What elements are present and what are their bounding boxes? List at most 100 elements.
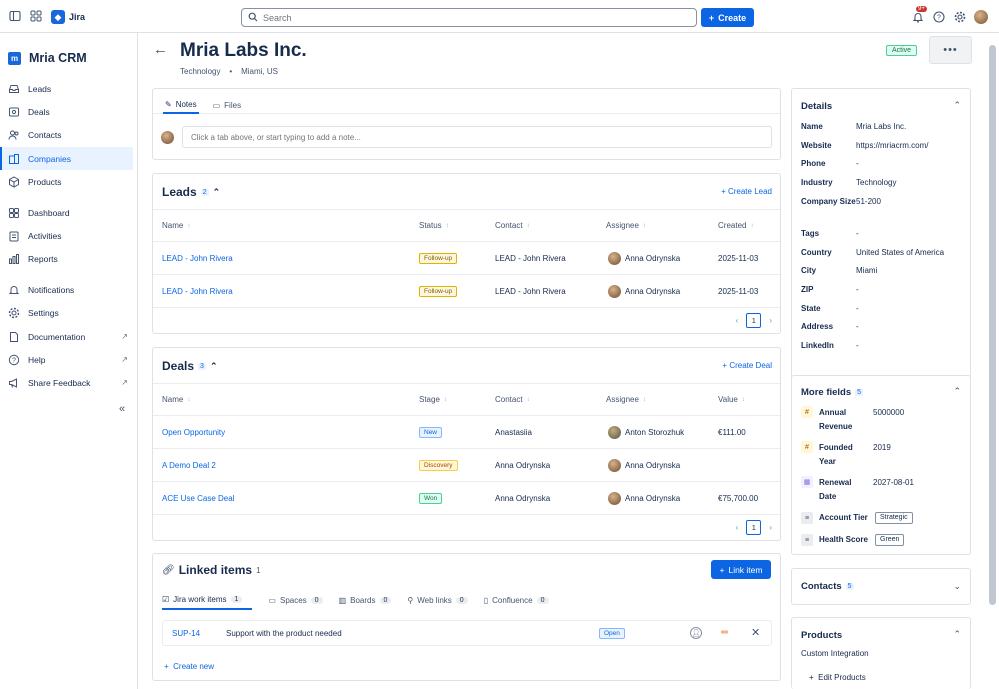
tab-confluence[interactable]: ▯ Confluence 0 [484, 590, 549, 610]
detail-value[interactable]: https://mriacrm.com/ [856, 139, 928, 153]
status-cell: Follow-up [419, 242, 458, 274]
help-icon[interactable]: ? [933, 11, 945, 23]
col-header[interactable]: Contact ↕ [495, 210, 530, 241]
bell-icon[interactable] [912, 11, 924, 23]
sidebar-item-share-feedback[interactable]: Share Feedback ↗ [0, 371, 133, 394]
field-key: Health Score [819, 535, 868, 544]
app-name[interactable]: Jira [69, 12, 85, 22]
chevron-down-icon[interactable]: ⌄ [953, 581, 961, 592]
user-avatar[interactable] [974, 10, 988, 24]
table-row[interactable]: LEAD - John Rivera Follow-up LEAD - John… [153, 242, 780, 275]
table-row[interactable]: Open Opportunity New Anastasiia Anton St… [153, 416, 780, 449]
create-lead-button[interactable]: + Create Lead [721, 187, 772, 196]
prev-page-icon[interactable]: ‹ [736, 316, 739, 325]
chevron-up-icon[interactable]: ⌃ [953, 386, 961, 397]
col-header[interactable]: Name ↕ [162, 384, 190, 415]
field-key: Renewal Date [819, 478, 852, 501]
work-item-row[interactable]: SUP-14 Support with the product needed O… [162, 620, 772, 646]
col-header[interactable]: Created ↕ [718, 210, 753, 241]
col-header[interactable]: Assignee ↕ [606, 210, 646, 241]
lead-name-link[interactable]: LEAD - John Rivera [162, 275, 233, 307]
create-new-button[interactable]: + Create new [164, 662, 214, 671]
next-page-icon[interactable]: › [769, 316, 772, 325]
back-arrow-icon[interactable]: ← [153, 41, 168, 58]
col-header[interactable]: Status ↕ [419, 210, 449, 241]
tab-files[interactable]: ▭ Files [211, 96, 243, 114]
close-icon[interactable]: ✕ [751, 626, 760, 639]
sidebar-item-label: Companies [28, 153, 71, 164]
tab-label: Files [224, 100, 242, 110]
chevron-up-icon[interactable]: ⌃ [953, 100, 961, 111]
page-number[interactable]: 1 [746, 520, 762, 535]
sidebar-item-label: Dashboard [28, 207, 70, 218]
sidebar-item-help[interactable]: ? Help ↗ [0, 348, 133, 371]
search-box[interactable] [241, 8, 697, 27]
sidebar-toggle-icon[interactable] [9, 10, 21, 22]
linked-items-card: 🔗︎ Linked items 1 + Link item ☑ Jira work… [152, 553, 781, 681]
col-header[interactable]: Assignee ↕ [606, 384, 646, 415]
sidebar-item-label: Share Feedback [28, 377, 91, 388]
dashboard-icon [8, 207, 20, 219]
tab-web-links[interactable]: ⚲ Web links 0 [407, 590, 468, 610]
detail-value: Mria Labs Inc. [856, 122, 907, 131]
sidebar-item-deals[interactable]: Deals [0, 100, 133, 123]
search-icon [248, 12, 258, 24]
deal-name-link[interactable]: ACE Use Case Deal [162, 482, 234, 514]
sidebar-item-products[interactable]: Products [0, 170, 133, 193]
sidebar-item-documentation[interactable]: Documentation ↗ [0, 325, 133, 348]
gear-icon[interactable] [954, 11, 966, 23]
location-text: Miami, US [241, 67, 278, 76]
app-switcher-icon[interactable] [30, 10, 42, 22]
sidebar-item-notifications[interactable]: Notifications [0, 278, 133, 301]
deals-header[interactable]: Deals 3 ⌃ [162, 359, 217, 373]
note-input[interactable] [182, 126, 772, 148]
scrollbar[interactable] [989, 45, 996, 605]
avatar [608, 458, 621, 472]
col-header[interactable]: Contact ↕ [495, 384, 530, 415]
contact-cell: LEAD - John Rivera [495, 286, 566, 296]
tab-jira-work-items[interactable]: ☑ Jira work items 1 [162, 590, 253, 610]
jira-logo-icon[interactable]: ◆ [51, 10, 65, 24]
tab-notes[interactable]: ✎ Notes [163, 96, 199, 114]
brand[interactable]: m Mria CRM [8, 51, 87, 65]
sidebar-item-companies[interactable]: Companies [0, 147, 133, 170]
sidebar-item-reports[interactable]: Reports [0, 247, 133, 270]
field-value: 5000000 [873, 408, 905, 417]
chevron-up-icon[interactable]: ⌃ [953, 629, 961, 640]
edit-products-label: Edit Products [818, 673, 866, 682]
col-header[interactable]: Name ↕ [162, 210, 190, 241]
sidebar-item-dashboard[interactable]: Dashboard [0, 201, 133, 224]
col-header[interactable]: Stage ↕ [419, 384, 447, 415]
tab-spaces[interactable]: ▭ Spaces 0 [268, 590, 323, 610]
more-actions-button[interactable]: ••• [929, 36, 972, 64]
deal-name-link[interactable]: A Demo Deal 2 [162, 449, 216, 481]
create-button[interactable]: + Create [701, 8, 754, 27]
work-item-key[interactable]: SUP-14 [172, 629, 200, 638]
value-cell: €75,700.00 [718, 493, 759, 503]
sidebar-item-leads[interactable]: Leads [0, 77, 133, 100]
detail-value: - [856, 322, 859, 331]
create-deal-button[interactable]: + Create Deal [722, 361, 772, 370]
leads-header[interactable]: Leads 2 ⌃ [162, 185, 220, 199]
tab-boards[interactable]: ▥ Boards 0 [339, 590, 392, 610]
table-row[interactable]: ACE Use Case Deal Won Anna Odrynska Anna… [153, 482, 780, 515]
sidebar-item-settings[interactable]: Settings [0, 301, 133, 324]
next-page-icon[interactable]: › [769, 523, 772, 532]
col-header[interactable]: Value ↕ [718, 384, 745, 415]
stage-cell: Discovery [419, 449, 458, 481]
edit-products-button[interactable]: + Edit Products [809, 673, 866, 682]
table-row[interactable]: A Demo Deal 2 Discovery Anna Odrynska An… [153, 449, 780, 482]
contacts-card[interactable]: Contacts 5 ⌄ [791, 568, 971, 605]
collapse-sidebar-icon[interactable]: « [119, 403, 125, 415]
deal-name-link[interactable]: Open Opportunity [162, 416, 225, 448]
prev-page-icon[interactable]: ‹ [736, 523, 739, 532]
page-number[interactable]: 1 [746, 313, 762, 328]
sidebar-item-activities[interactable]: Activities [0, 224, 133, 247]
search-input[interactable] [263, 12, 663, 23]
field-row: ≡ Health Score Green [801, 533, 905, 547]
sidebar-item-contacts[interactable]: Contacts [0, 123, 133, 146]
detail-key: Industry [801, 178, 833, 187]
lead-name-link[interactable]: LEAD - John Rivera [162, 242, 233, 274]
table-row[interactable]: LEAD - John Rivera Follow-up LEAD - John… [153, 275, 780, 308]
link-item-button[interactable]: + Link item [711, 560, 771, 579]
